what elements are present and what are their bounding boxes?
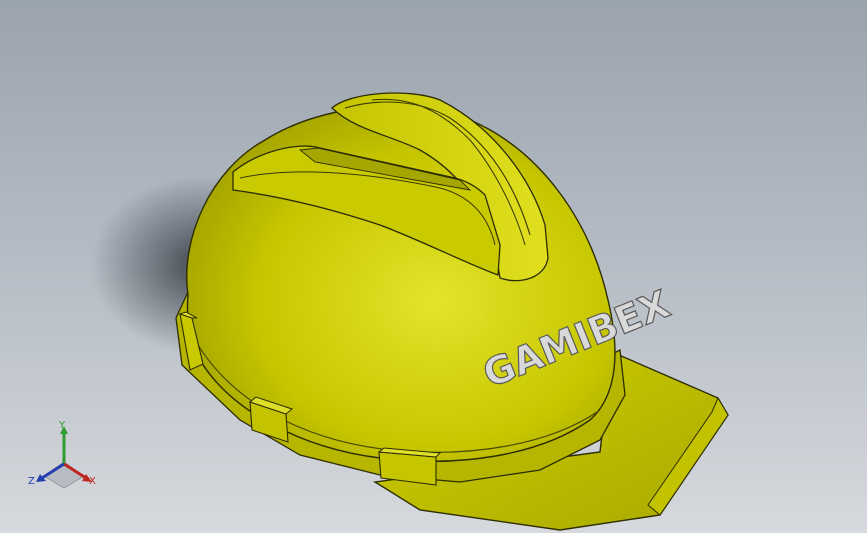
view-orientation-triad[interactable]: Y X Z xyxy=(20,418,110,498)
accessory-slot-right[interactable] xyxy=(377,447,442,486)
triad-z-label: Z xyxy=(28,476,35,487)
graphics-viewport[interactable]: GAMIBEX Y X Z xyxy=(0,0,867,533)
helmet-model[interactable]: GAMIBEX xyxy=(0,0,867,533)
triad-y-label: Y xyxy=(59,420,66,431)
triad-x-label: X xyxy=(89,476,96,487)
